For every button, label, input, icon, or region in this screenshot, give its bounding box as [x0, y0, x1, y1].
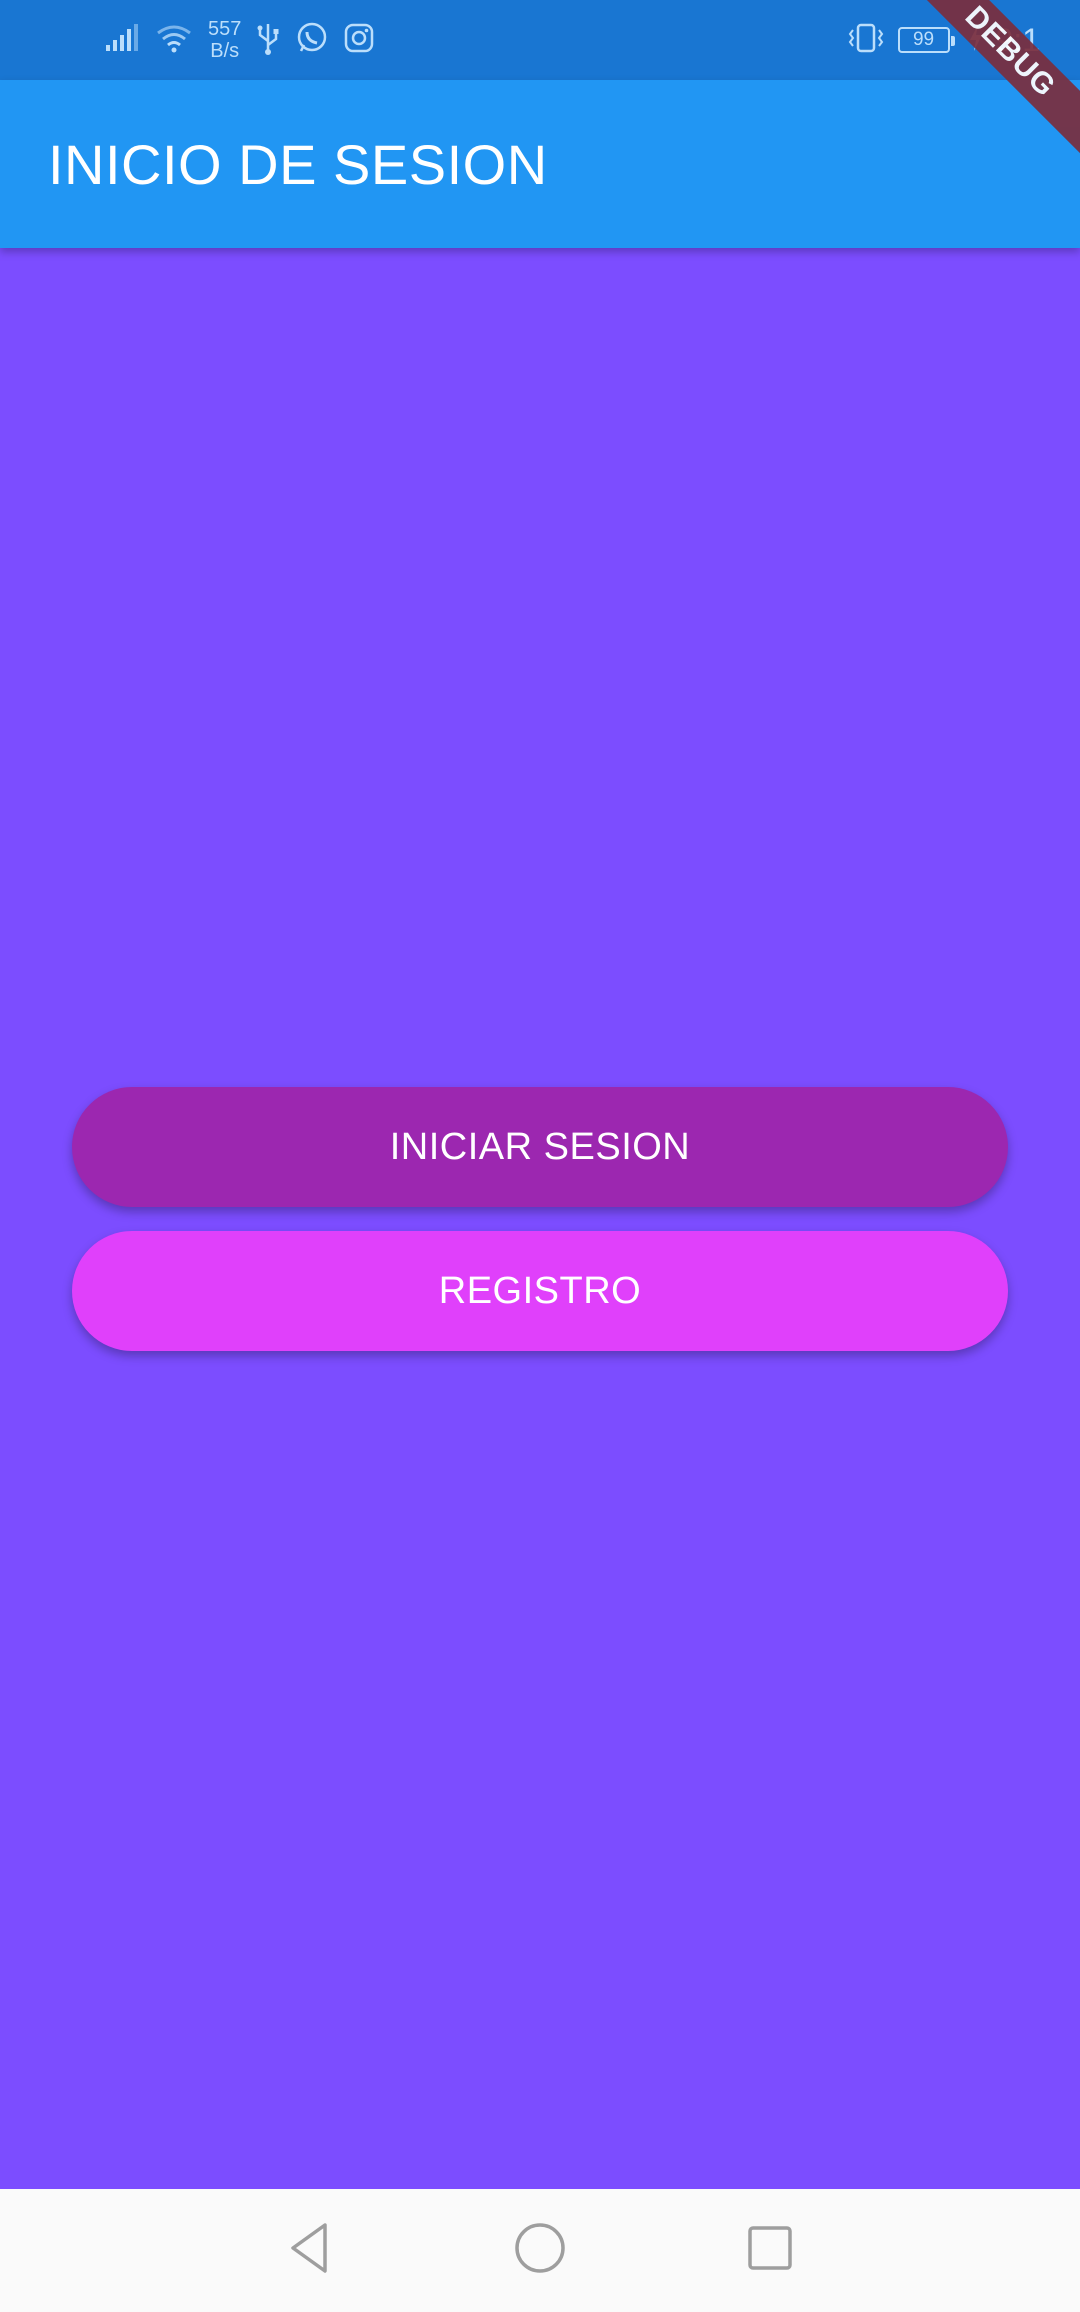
recents-icon — [745, 2223, 795, 2278]
instagram-icon — [343, 22, 375, 59]
login-button[interactable]: INICIAR SESION — [72, 1087, 1008, 1207]
vibrate-icon — [846, 22, 886, 59]
status-bar: 557 B/s 99 — [0, 0, 1080, 80]
screen: 557 B/s 99 DEBUG INICIO DE SESION INICIA… — [0, 0, 1080, 2312]
network-speed-value: 557 — [208, 18, 242, 40]
signal-icon — [104, 23, 140, 58]
back-button[interactable] — [250, 2189, 370, 2312]
whatsapp-icon — [295, 21, 329, 60]
register-button[interactable]: REGISTRO — [72, 1231, 1008, 1351]
app-bar: INICIO DE SESION — [0, 80, 1080, 248]
recents-button[interactable] — [710, 2189, 830, 2312]
network-speed: 557 B/s — [208, 18, 241, 62]
battery-icon: 99 — [897, 27, 955, 53]
usb-icon — [255, 21, 281, 60]
wifi-icon — [154, 23, 194, 58]
home-icon — [513, 2221, 567, 2280]
network-speed-unit: B/s — [210, 40, 240, 62]
back-icon — [285, 2221, 335, 2280]
navigation-bar — [0, 2189, 1080, 2312]
home-button[interactable] — [480, 2189, 600, 2312]
status-bar-left: 557 B/s — [104, 0, 375, 80]
page-title: INICIO DE SESION — [48, 132, 548, 196]
